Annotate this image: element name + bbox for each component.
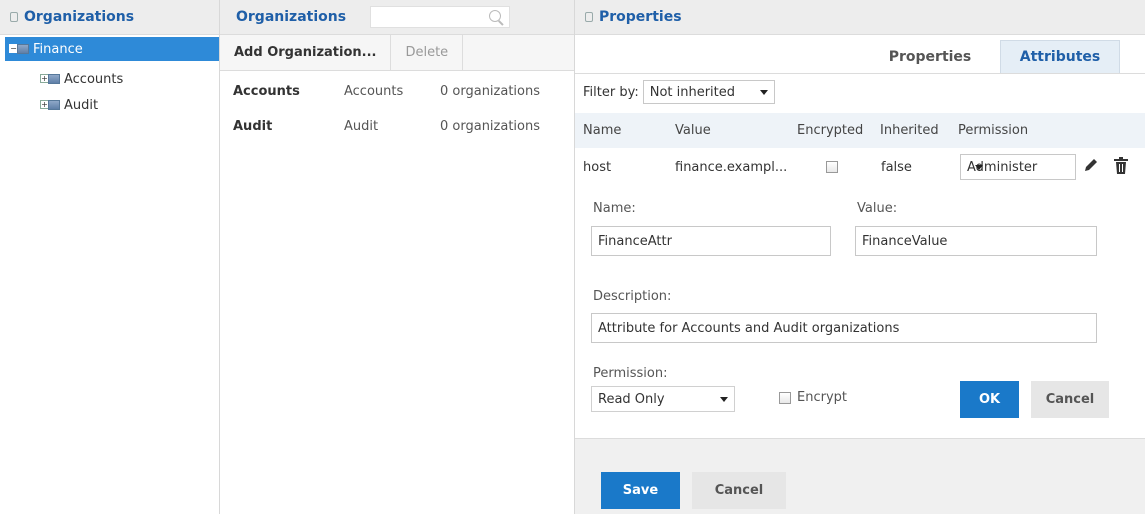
- tree-node-label: Finance: [33, 41, 83, 57]
- description-label: Description:: [593, 289, 672, 304]
- tree-panel-title: Organizations: [24, 9, 135, 25]
- row-value: finance.exampl...: [675, 159, 788, 175]
- properties-panel-title: Properties: [599, 9, 682, 25]
- folder-icon: +: [40, 99, 60, 111]
- app-root: Organizations − Finance + Accounts + Aud…: [0, 0, 1145, 514]
- filter-select[interactable]: Not inherited: [642, 80, 775, 104]
- tree-panel-header: Organizations: [0, 0, 219, 35]
- chevron-down-icon: [975, 164, 983, 170]
- encrypt-checkbox[interactable]: [779, 392, 791, 404]
- column-header-inherited[interactable]: Inherited: [880, 123, 939, 138]
- row-inherited: false: [881, 159, 912, 175]
- list-item[interactable]: Audit Audit 0 organizations: [220, 111, 575, 141]
- column-header-value[interactable]: Value: [675, 123, 711, 138]
- list-item[interactable]: Accounts Accounts 0 organizations: [220, 76, 575, 106]
- edit-pencil-icon[interactable]: [1083, 157, 1099, 177]
- collapse-panel-icon[interactable]: [585, 12, 593, 22]
- name-field[interactable]: FinanceAttr: [591, 226, 831, 256]
- cancel-button[interactable]: Cancel: [1031, 381, 1109, 418]
- search-icon[interactable]: [489, 10, 501, 22]
- tab-attributes[interactable]: Attributes: [1000, 40, 1120, 73]
- filter-value: Not inherited: [649, 84, 736, 100]
- org-name: Accounts: [233, 83, 300, 99]
- org-description: Audit: [344, 118, 379, 134]
- attribute-edit-form: Name: FinanceAttr Value: FinanceValue De…: [575, 188, 1145, 439]
- column-header-name[interactable]: Name: [583, 123, 621, 138]
- description-field[interactable]: Attribute for Accounts and Audit organiz…: [591, 313, 1097, 343]
- permission-value: Read Only: [598, 391, 665, 407]
- properties-panel-header: Properties: [575, 0, 1145, 35]
- column-header-permission[interactable]: Permission: [958, 123, 1028, 138]
- chevron-down-icon: [759, 89, 768, 95]
- list-panel-title: Organizations: [236, 9, 347, 25]
- tree-node-accounts[interactable]: + Accounts: [40, 67, 123, 91]
- table-row[interactable]: host finance.exampl... false Administer: [575, 148, 1145, 186]
- add-organization-button[interactable]: Add Organization...: [220, 35, 392, 70]
- footer-cancel-button[interactable]: Cancel: [692, 472, 786, 509]
- trash-icon[interactable]: [1113, 157, 1129, 179]
- folder-icon: +: [40, 73, 60, 85]
- org-count: 0 organizations: [440, 118, 541, 134]
- ok-button[interactable]: OK: [960, 381, 1019, 418]
- delete-button[interactable]: Delete: [391, 35, 464, 70]
- column-header-encrypted[interactable]: Encrypted: [797, 123, 863, 138]
- search-input[interactable]: [370, 6, 510, 28]
- organizations-list-panel: Organizations Add Organization... Delete…: [220, 0, 575, 514]
- value-field[interactable]: FinanceValue: [855, 226, 1097, 256]
- permission-label: Permission:: [593, 366, 668, 381]
- org-name: Audit: [233, 118, 273, 134]
- tree-node-audit[interactable]: + Audit: [40, 93, 98, 117]
- organizations-tree-panel: Organizations − Finance + Accounts + Aud…: [0, 0, 220, 514]
- permission-select[interactable]: Read Only: [591, 386, 735, 412]
- tab-properties[interactable]: Properties: [870, 40, 990, 73]
- encrypt-label: Encrypt: [797, 390, 847, 405]
- attributes-table-header: Name Value Encrypted Inherited Permissio…: [575, 113, 1145, 148]
- org-description: Accounts: [344, 83, 404, 99]
- name-label: Name:: [593, 201, 636, 216]
- org-count: 0 organizations: [440, 83, 541, 99]
- footer-bar: Save Cancel: [575, 439, 1145, 514]
- tree-node-finance[interactable]: − Finance: [5, 37, 219, 61]
- value-label: Value:: [857, 201, 898, 216]
- properties-panel: Properties Properties Attributes Filter …: [575, 0, 1145, 514]
- chevron-down-icon: [720, 396, 728, 402]
- properties-tabs: Properties Attributes: [575, 36, 1145, 74]
- save-button[interactable]: Save: [601, 472, 680, 509]
- tree-node-label: Accounts: [64, 71, 124, 87]
- row-name: host: [583, 159, 612, 175]
- list-toolbar: Add Organization... Delete: [220, 35, 574, 71]
- encrypted-checkbox[interactable]: [826, 161, 838, 173]
- list-panel-header: Organizations: [220, 0, 574, 35]
- row-permission-select[interactable]: Administer: [960, 154, 1076, 180]
- filter-bar: Filter by: Not inherited: [583, 80, 775, 104]
- filter-label: Filter by:: [583, 84, 639, 100]
- collapse-panel-icon[interactable]: [10, 12, 18, 22]
- tree-node-label: Audit: [64, 97, 99, 113]
- folder-icon: −: [9, 43, 29, 55]
